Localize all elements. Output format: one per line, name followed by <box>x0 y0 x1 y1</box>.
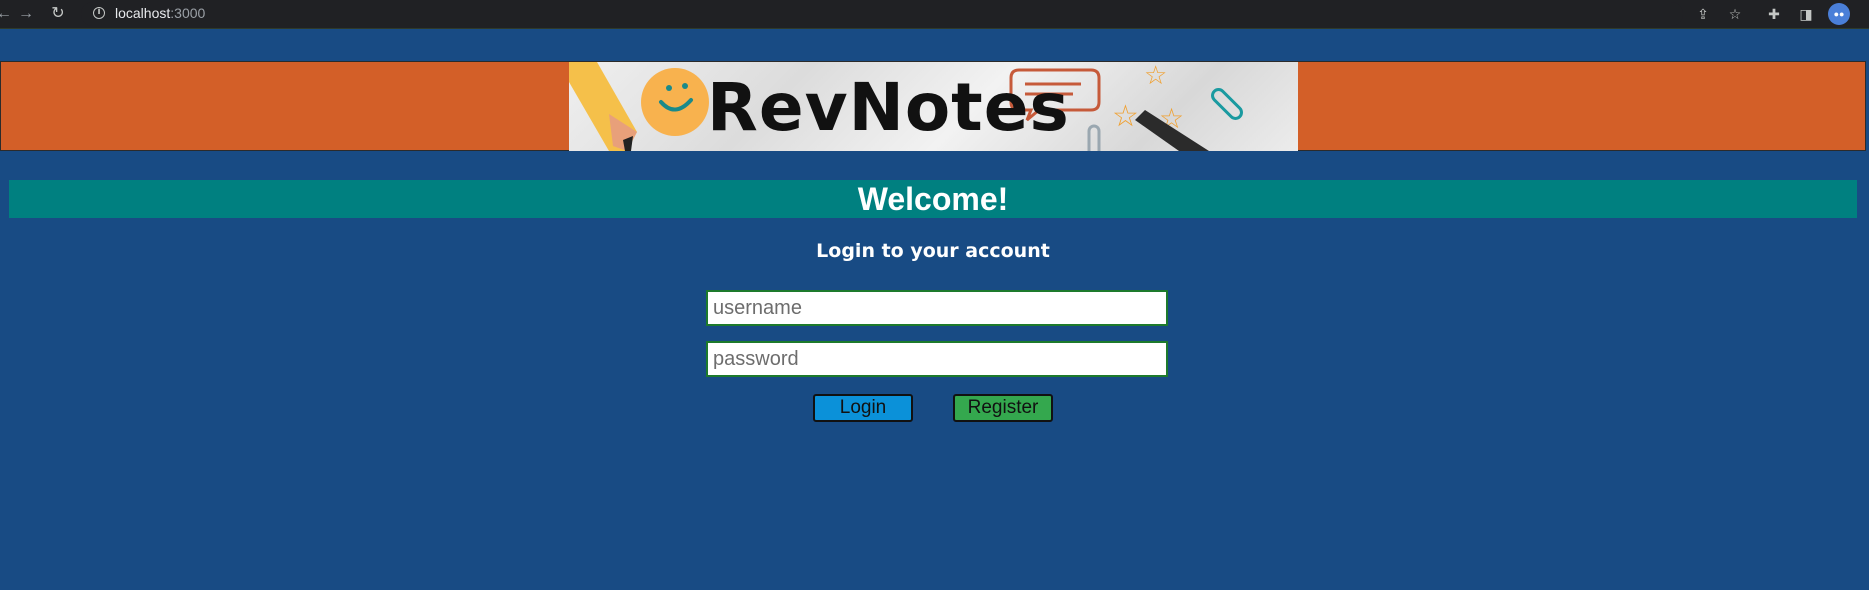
browser-toolbar: ← → ↻ i localhost:3000 ⇪ ☆ ✚ ◨ ●● <box>0 0 1869 29</box>
username-input[interactable] <box>706 290 1168 326</box>
svg-text:☆: ☆ <box>1144 62 1167 91</box>
address-bar[interactable]: i localhost:3000 <box>81 2 1683 26</box>
bookmark-star-icon[interactable]: ☆ <box>1725 4 1745 24</box>
logo-wordmark: RevNotes <box>707 69 1070 146</box>
side-panel-icon[interactable]: ◨ <box>1796 4 1816 24</box>
forward-icon[interactable]: → <box>16 4 36 24</box>
share-icon[interactable]: ⇪ <box>1693 4 1713 24</box>
header-banner: ☆ ☆ ☆ RevNotes <box>0 61 1866 151</box>
revnotes-logo: ☆ ☆ ☆ RevNotes <box>569 62 1298 151</box>
svg-text:☆: ☆ <box>1112 99 1139 134</box>
url-text[interactable]: localhost:3000 <box>115 5 205 21</box>
site-info-icon[interactable]: i <box>93 7 105 19</box>
login-subtitle: Login to your account <box>816 240 1050 262</box>
url-port: :3000 <box>170 5 206 21</box>
page-title: Welcome! <box>857 181 1009 217</box>
profile-avatar-icon[interactable]: ●● <box>1828 3 1850 25</box>
reload-icon[interactable]: ↻ <box>48 4 68 24</box>
welcome-bar: Welcome! <box>9 180 1857 218</box>
register-button[interactable]: Register <box>953 394 1053 422</box>
extensions-icon[interactable]: ✚ <box>1764 4 1784 24</box>
password-input[interactable] <box>706 341 1168 377</box>
login-button[interactable]: Login <box>813 394 913 422</box>
back-icon[interactable]: ← <box>0 4 14 24</box>
url-host: localhost <box>115 5 171 21</box>
